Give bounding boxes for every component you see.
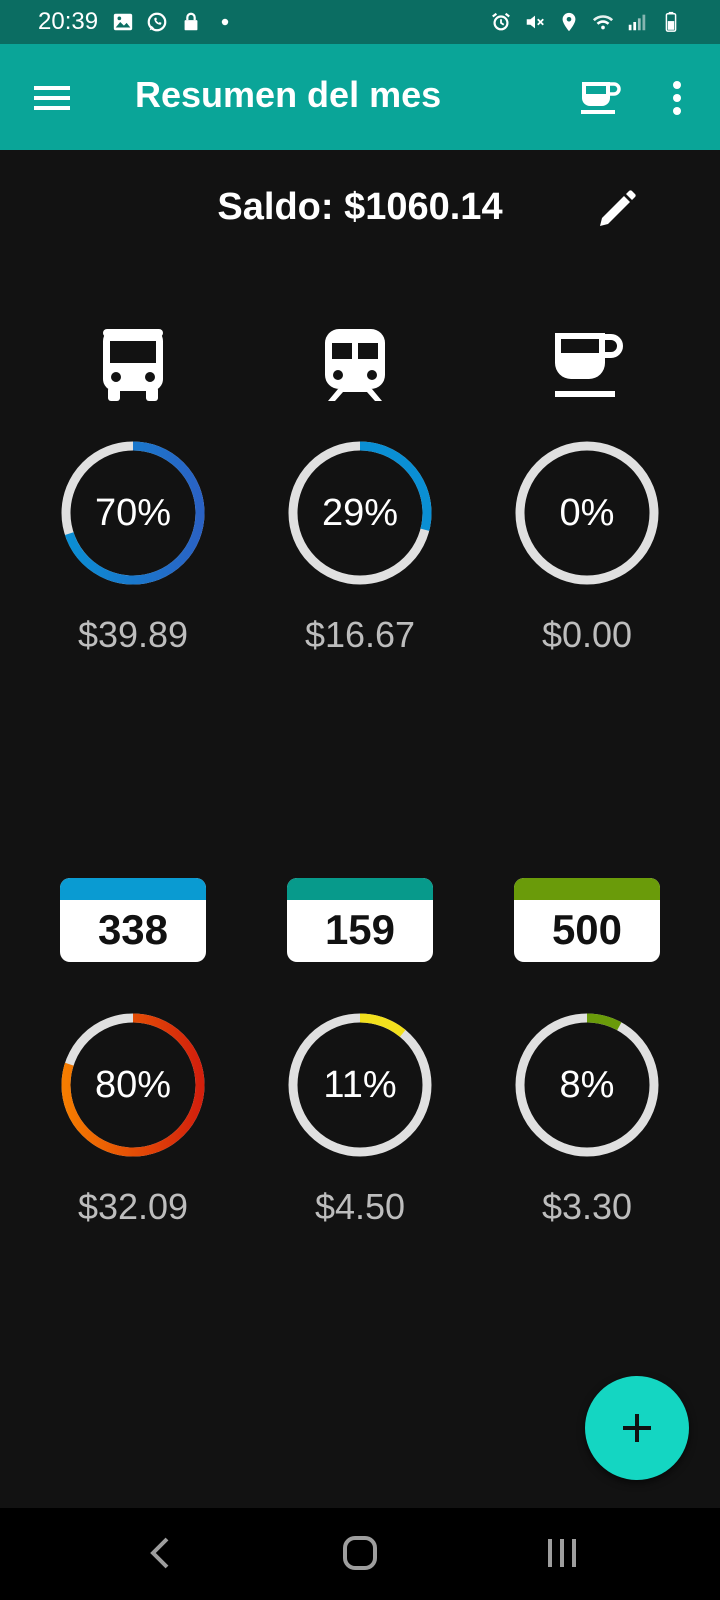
bus-icon	[103, 329, 163, 401]
coffee-icon	[555, 333, 623, 397]
menu-icon[interactable]	[30, 78, 74, 118]
back-icon	[150, 1537, 169, 1569]
back-button[interactable]	[130, 1528, 190, 1578]
category-coffee[interactable]	[497, 318, 677, 408]
badge-number: 500	[551, 906, 623, 953]
badge-band	[287, 878, 433, 900]
wifi-icon	[592, 15, 614, 30]
alarm-icon	[492, 12, 510, 31]
page-title: Resumen del mes	[135, 74, 442, 115]
status-bar: 20:39	[0, 0, 720, 44]
home-icon	[343, 1536, 377, 1570]
category-train[interactable]	[265, 318, 445, 408]
system-nav-bar	[0, 1508, 720, 1600]
whatsapp-icon	[147, 12, 167, 32]
badge-band	[60, 878, 206, 900]
pencil-icon[interactable]	[596, 188, 638, 230]
app-bar: Resumen del mes	[0, 44, 720, 150]
home-button[interactable]	[330, 1528, 390, 1578]
signal-icon	[628, 14, 646, 31]
counter-badge[interactable]: 338	[60, 878, 206, 962]
recents-icon	[548, 1539, 576, 1567]
amount-label: $3.30	[541, 1186, 633, 1227]
image-icon	[113, 13, 133, 31]
amount-label: $16.67	[304, 614, 416, 655]
train-icon	[325, 329, 385, 401]
amount-label: $4.50	[314, 1186, 406, 1227]
mute-icon	[526, 15, 544, 29]
dot-icon	[221, 18, 229, 26]
badge-number: 159	[324, 906, 396, 953]
counter-badge[interactable]: 500	[514, 878, 660, 962]
lock-icon	[184, 12, 198, 31]
recents-button[interactable]	[532, 1528, 592, 1578]
battery-icon	[665, 11, 677, 32]
percent-label: 11%	[323, 1063, 397, 1106]
status-time: 20:39	[38, 8, 99, 35]
category-bus[interactable]	[43, 318, 223, 408]
more-vert-icon[interactable]	[662, 76, 692, 120]
amount-label: $0.00	[541, 614, 633, 655]
percent-label: 8%	[559, 1063, 615, 1106]
amount-label: $39.89	[77, 614, 189, 655]
location-icon	[562, 12, 576, 32]
plus-icon	[623, 1414, 651, 1442]
percent-label: 70%	[94, 491, 172, 534]
badge-number: 338	[97, 906, 169, 953]
percent-label: 29%	[321, 491, 399, 534]
badge-band	[514, 878, 660, 900]
counter-badge[interactable]: 159	[287, 878, 433, 962]
percent-label: 0%	[559, 491, 615, 534]
coffee-cup-icon[interactable]	[578, 76, 622, 120]
amount-label: $32.09	[77, 1186, 189, 1227]
percent-label: 80%	[94, 1063, 172, 1106]
add-button[interactable]	[585, 1376, 689, 1480]
